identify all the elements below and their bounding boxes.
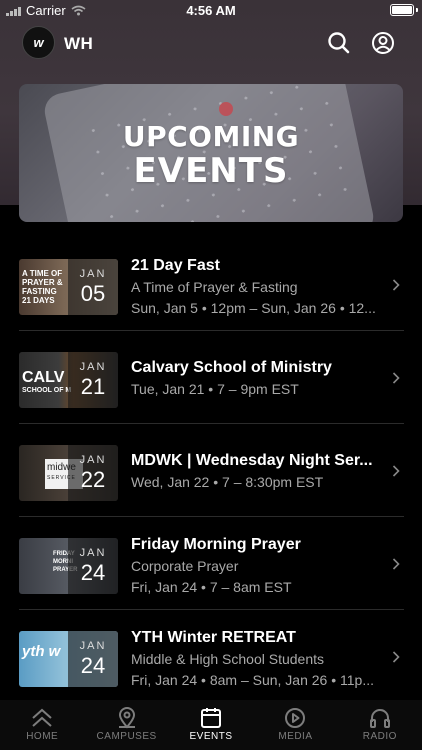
event-row[interactable]: A TIME OF PRAYER & FASTING 21 DAYS JAN 0… <box>0 238 422 331</box>
event-day: 24 <box>80 560 106 585</box>
event-info: YTH Winter RETREAT Middle & High School … <box>131 628 392 690</box>
banner-title-line2: EVENTS <box>133 151 289 191</box>
event-thumbnail: FRIDAY MORNI PRAYER JAN 24 <box>19 538 118 594</box>
event-thumbnail: midwe SERVICE JAN 22 <box>19 445 118 501</box>
tab-label: RADIO <box>362 731 397 742</box>
search-icon[interactable] <box>326 30 352 56</box>
events-list: A TIME OF PRAYER & FASTING 21 DAYS JAN 0… <box>0 238 422 703</box>
event-month: JAN <box>79 268 107 280</box>
status-bar: Carrier 4:56 AM <box>0 0 422 22</box>
event-row[interactable]: CALV SCHOOL OF M JAN 21 Calvary School o… <box>0 331 422 424</box>
event-day: 22 <box>80 467 106 492</box>
app-header: w WH <box>0 24 422 64</box>
event-title: YTH Winter RETREAT <box>131 629 296 646</box>
thumbnail-text: CALV SCHOOL OF M <box>22 369 72 395</box>
event-month: JAN <box>79 640 107 652</box>
event-title: MDWK | Wednesday Night Ser... <box>131 452 373 469</box>
tab-bar: HOME CAMPUSES EVENTS MEDIA RADIO <box>0 700 422 750</box>
tab-label: EVENTS <box>189 731 233 742</box>
battery-tip <box>416 8 418 12</box>
event-thumbnail: CALV SCHOOL OF M JAN 21 <box>19 352 118 408</box>
event-month: JAN <box>79 547 107 559</box>
chevron-right-icon <box>392 558 400 570</box>
play-circle-icon <box>285 708 306 728</box>
event-day: 21 <box>80 374 106 399</box>
event-row[interactable]: FRIDAY MORNI PRAYER JAN 24 Friday Mornin… <box>0 517 422 610</box>
event-datetime: Fri, Jan 24 • 8am – Sun, Jan 26 • 11p... <box>131 672 375 688</box>
tab-home[interactable]: HOME <box>0 700 84 750</box>
banner-title-line1: UPCOMING <box>122 120 300 153</box>
tab-media[interactable]: MEDIA <box>253 700 337 750</box>
profile-icon[interactable] <box>370 30 396 56</box>
event-info: Friday Morning Prayer Corporate Prayer F… <box>131 535 392 597</box>
logo[interactable]: w <box>22 26 55 59</box>
banner-calendar-marker <box>219 102 233 116</box>
event-datetime: Tue, Jan 21 • 7 – 9pm EST <box>131 381 299 397</box>
tab-radio[interactable]: RADIO <box>338 700 422 750</box>
headphones-icon <box>369 709 390 728</box>
event-row[interactable]: yth w JAN 24 YTH Winter RETREAT Middle &… <box>0 610 422 703</box>
event-title: Friday Morning Prayer <box>131 536 301 553</box>
chevron-right-icon <box>392 372 400 384</box>
location-pin-icon <box>118 707 135 729</box>
banner-title: UPCOMING EVENTS <box>19 120 403 188</box>
status-time: 4:56 AM <box>186 3 236 18</box>
tab-events[interactable]: EVENTS <box>169 700 253 750</box>
thumbnail-text: yth w <box>22 643 61 660</box>
event-info: MDWK | Wednesday Night Ser... Wed, Jan 2… <box>131 451 392 492</box>
tab-campuses[interactable]: CAMPUSES <box>84 700 168 750</box>
tab-label: HOME <box>26 731 59 742</box>
home-chevrons-icon <box>32 708 52 727</box>
event-info: 21 Day Fast A Time of Prayer & Fasting S… <box>131 256 392 318</box>
header-title: WH <box>64 34 94 53</box>
logo-text: w <box>33 35 44 50</box>
event-thumbnail: yth w JAN 24 <box>19 631 118 687</box>
event-title: Calvary School of Ministry <box>131 359 332 376</box>
event-row[interactable]: midwe SERVICE JAN 22 MDWK | Wednesday Ni… <box>0 424 422 517</box>
event-day: 24 <box>80 653 106 678</box>
event-info: Calvary School of Ministry Tue, Jan 21 •… <box>131 358 392 399</box>
event-month: JAN <box>79 361 107 373</box>
upcoming-events-banner: UPCOMING EVENTS <box>19 84 403 222</box>
event-title: 21 Day Fast <box>131 257 220 274</box>
event-date-badge: JAN 24 <box>68 631 118 687</box>
event-date-badge: JAN 22 <box>68 445 118 501</box>
event-date-badge: JAN 21 <box>68 352 118 408</box>
event-subtitle: Corporate Prayer <box>131 558 239 574</box>
event-date-badge: JAN 05 <box>68 259 118 315</box>
calendar-icon <box>201 708 222 728</box>
tab-label: MEDIA <box>278 731 313 742</box>
tab-label: CAMPUSES <box>96 731 157 742</box>
event-subtitle: A Time of Prayer & Fasting <box>131 279 298 295</box>
event-thumbnail: A TIME OF PRAYER & FASTING 21 DAYS JAN 0… <box>19 259 118 315</box>
thumbnail-text: A TIME OF PRAYER & FASTING 21 DAYS <box>22 269 63 305</box>
chevron-right-icon <box>392 651 400 663</box>
event-date-badge: JAN 24 <box>68 538 118 594</box>
chevron-right-icon <box>392 279 400 291</box>
event-month: JAN <box>79 454 107 466</box>
battery-icon <box>390 4 414 16</box>
event-day: 05 <box>80 281 106 306</box>
event-subtitle: Middle & High School Students <box>131 651 324 667</box>
event-datetime: Fri, Jan 24 • 7 – 8am EST <box>131 579 292 595</box>
event-datetime: Sun, Jan 5 • 12pm – Sun, Jan 26 • 12... <box>131 300 376 316</box>
chevron-right-icon <box>392 465 400 477</box>
event-datetime: Wed, Jan 22 • 7 – 8:30pm EST <box>131 474 324 490</box>
